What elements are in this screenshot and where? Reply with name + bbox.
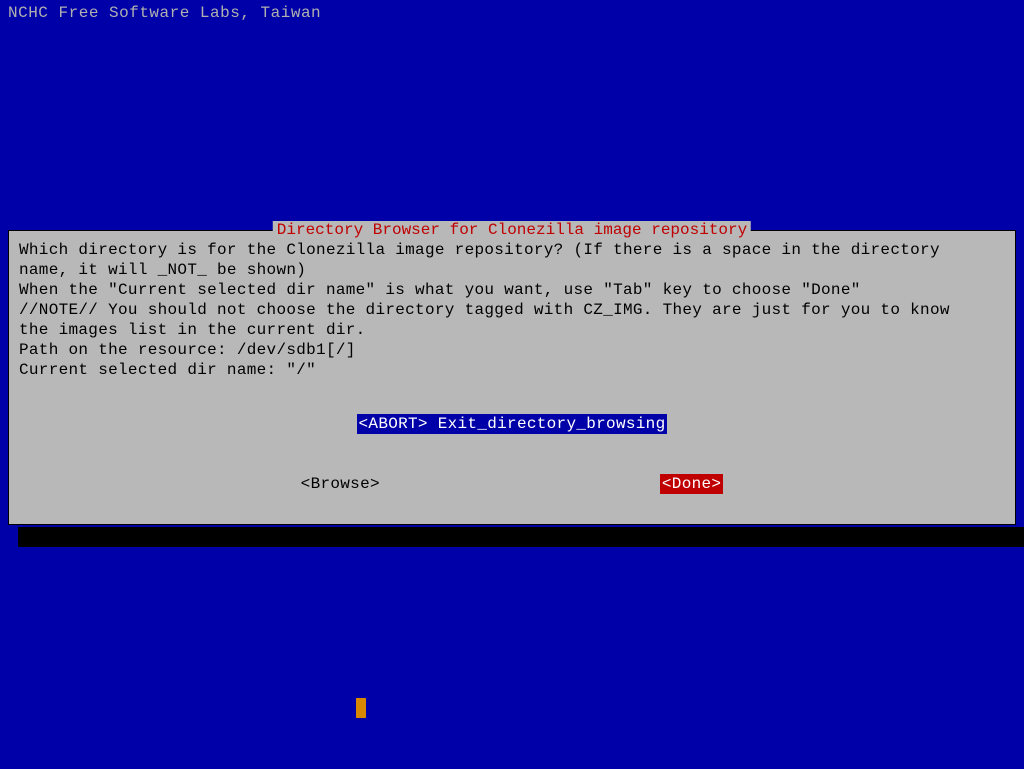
browse-button[interactable]: <Browse> — [301, 474, 380, 494]
dialog-text-line2: name, it will _NOT_ be shown) — [19, 260, 1005, 280]
dialog-text-line5: the images list in the current dir. — [19, 320, 1005, 340]
dialog-shadow — [18, 527, 1024, 547]
menu-item-label: Exit_directory_browsing — [428, 415, 666, 433]
dialog-title-row: Directory Browser for Clonezilla image r… — [9, 231, 1015, 232]
dialog-text-line4: //NOTE// You should not choose the direc… — [19, 300, 1005, 320]
menu-list: <ABORT> Exit_directory_browsing — [19, 414, 1005, 434]
header-title: NCHC Free Software Labs, Taiwan — [0, 0, 1024, 26]
dialog-text-line3: When the "Current selected dir name" is … — [19, 280, 1005, 300]
dialog-text-line1: Which directory is for the Clonezilla im… — [19, 240, 1005, 260]
done-button[interactable]: <Done> — [660, 474, 723, 494]
terminal-cursor — [356, 698, 366, 718]
menu-item-abort[interactable]: <ABORT> Exit_directory_browsing — [357, 414, 668, 434]
dialog-body: Which directory is for the Clonezilla im… — [9, 232, 1015, 524]
dialog-title: Directory Browser for Clonezilla image r… — [273, 221, 751, 239]
dialog-box: Directory Browser for Clonezilla image r… — [8, 230, 1016, 525]
dialog-text-line6: Path on the resource: /dev/sdb1[/] — [19, 340, 1005, 360]
dialog-text-line7: Current selected dir name: "/" — [19, 360, 1005, 380]
button-row: <Browse> <Done> — [19, 474, 1005, 504]
menu-item-key: <ABORT> — [359, 415, 428, 433]
